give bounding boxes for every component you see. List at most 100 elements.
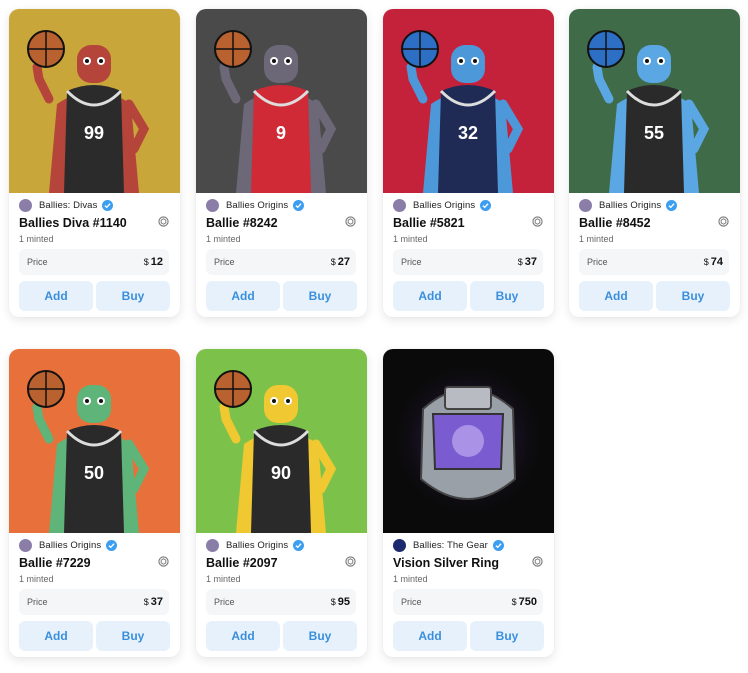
price-value: $12 [144, 256, 163, 268]
buy-button[interactable]: Buy [96, 281, 170, 311]
verified-badge-icon [666, 199, 678, 211]
currency-symbol: $ [703, 257, 709, 267]
chain-icon [345, 556, 356, 567]
collection-name[interactable]: Ballies: The Gear [413, 540, 488, 551]
collection-row[interactable]: Ballies Origins [206, 538, 305, 552]
minted-count: 1 minted [206, 234, 241, 244]
price-box: Price $37 [393, 249, 543, 275]
price-box: Price $37 [19, 589, 169, 615]
collection-avatar [19, 198, 32, 212]
collection-row[interactable]: Ballies Origins [393, 198, 492, 212]
nft-title[interactable]: Ballie #7229 [19, 556, 91, 570]
add-button[interactable]: Add [393, 281, 467, 311]
nft-card[interactable]: 55 Ballies Origins Ballie #8452 1 minted… [569, 9, 740, 317]
collection-avatar [19, 538, 32, 552]
chain-icon [718, 216, 729, 227]
add-button[interactable]: Add [206, 281, 280, 311]
price-amount: 37 [524, 256, 537, 268]
price-amount: 74 [710, 256, 723, 268]
buy-button[interactable]: Buy [96, 621, 170, 651]
add-button[interactable]: Add [579, 281, 653, 311]
buy-button[interactable]: Buy [470, 621, 544, 651]
nft-image[interactable]: 90 [196, 349, 367, 533]
nft-card[interactable]: 90 Ballies Origins Ballie #2097 1 minted… [196, 349, 367, 657]
buy-button[interactable]: Buy [656, 281, 730, 311]
nft-image[interactable]: 55 [569, 9, 740, 193]
nft-image[interactable]: 9 [196, 9, 367, 193]
collection-avatar [206, 538, 219, 552]
nft-card[interactable]: Ballies: The Gear Vision Silver Ring 1 m… [383, 349, 554, 657]
nft-title[interactable]: Ballie #8242 [206, 216, 278, 230]
price-label: Price [214, 597, 235, 607]
verified-badge-icon [492, 539, 504, 551]
price-box: Price $74 [579, 249, 729, 275]
nft-title[interactable]: Ballie #8452 [579, 216, 651, 230]
nft-image[interactable] [383, 349, 554, 533]
currency-symbol: $ [330, 257, 336, 267]
nft-title[interactable]: Ballies Diva #1140 [19, 216, 127, 230]
collection-row[interactable]: Ballies: Divas [19, 198, 114, 212]
nft-title[interactable]: Ballie #2097 [206, 556, 278, 570]
collection-avatar [206, 198, 219, 212]
minted-count: 1 minted [393, 234, 428, 244]
collection-name[interactable]: Ballies Origins [413, 200, 475, 211]
price-box: Price $95 [206, 589, 356, 615]
verified-badge-icon [480, 199, 492, 211]
collection-row[interactable]: Ballies Origins [579, 198, 678, 212]
price-value: $74 [704, 256, 723, 268]
price-label: Price [27, 257, 48, 267]
nft-image[interactable]: 32 [383, 9, 554, 193]
chain-icon [158, 216, 169, 227]
svg-text:90: 90 [271, 463, 291, 483]
currency-symbol: $ [511, 597, 517, 607]
nft-card[interactable]: 50 Ballies Origins Ballie #7229 1 minted… [9, 349, 180, 657]
add-button[interactable]: Add [19, 281, 93, 311]
collection-row[interactable]: Ballies Origins [19, 538, 118, 552]
collection-row[interactable]: Ballies Origins [206, 198, 305, 212]
nft-card[interactable]: 9 Ballies Origins Ballie #8242 1 minted … [196, 9, 367, 317]
nft-card[interactable]: 99 Ballies: Divas Ballies Diva #1140 1 m… [9, 9, 180, 317]
svg-text:32: 32 [458, 123, 478, 143]
currency-symbol: $ [517, 257, 523, 267]
nft-title[interactable]: Vision Silver Ring [393, 556, 499, 570]
add-button[interactable]: Add [19, 621, 93, 651]
chain-icon [158, 556, 169, 567]
minted-count: 1 minted [19, 574, 54, 584]
price-value: $750 [512, 596, 537, 608]
collection-name[interactable]: Ballies: Divas [39, 200, 97, 211]
price-amount: 12 [150, 256, 163, 268]
collection-name[interactable]: Ballies Origins [226, 540, 288, 551]
price-label: Price [214, 257, 235, 267]
collection-name[interactable]: Ballies Origins [39, 540, 101, 551]
nft-image[interactable]: 50 [9, 349, 180, 533]
price-amount: 750 [518, 596, 537, 608]
nft-image[interactable]: 99 [9, 9, 180, 193]
buy-button[interactable]: Buy [283, 621, 357, 651]
collection-row[interactable]: Ballies: The Gear [393, 538, 504, 552]
price-value: $37 [518, 256, 537, 268]
nft-card[interactable]: 32 Ballies Origins Ballie #5821 1 minted… [383, 9, 554, 317]
buy-button[interactable]: Buy [283, 281, 357, 311]
verified-badge-icon [106, 539, 118, 551]
add-button[interactable]: Add [206, 621, 280, 651]
chain-icon [532, 216, 543, 227]
currency-symbol: $ [330, 597, 336, 607]
svg-text:55: 55 [644, 123, 664, 143]
price-amount: 27 [337, 256, 350, 268]
nft-title[interactable]: Ballie #5821 [393, 216, 465, 230]
add-button[interactable]: Add [393, 621, 467, 651]
collection-name[interactable]: Ballies Origins [226, 200, 288, 211]
price-value: $27 [331, 256, 350, 268]
price-value: $95 [331, 596, 350, 608]
minted-count: 1 minted [393, 574, 428, 584]
buy-button[interactable]: Buy [470, 281, 544, 311]
price-box: Price $27 [206, 249, 356, 275]
price-value: $37 [144, 596, 163, 608]
price-box: Price $750 [393, 589, 543, 615]
currency-symbol: $ [143, 257, 149, 267]
price-box: Price $12 [19, 249, 169, 275]
price-label: Price [401, 597, 422, 607]
currency-symbol: $ [143, 597, 149, 607]
collection-name[interactable]: Ballies Origins [599, 200, 661, 211]
svg-text:9: 9 [276, 123, 286, 143]
